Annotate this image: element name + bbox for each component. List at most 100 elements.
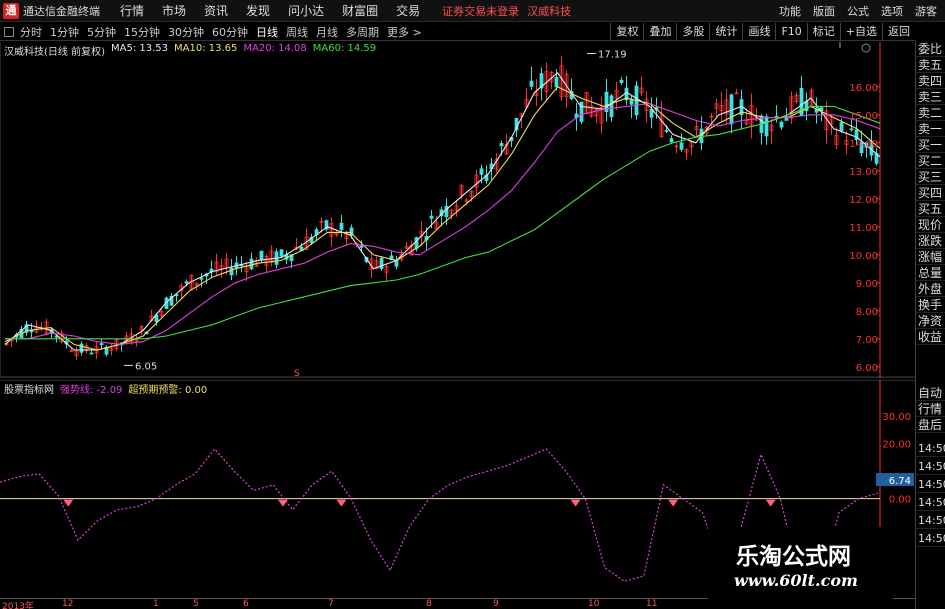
side-item-bid-ratio[interactable]: 委比 bbox=[916, 41, 945, 57]
menu-item-discover[interactable]: 发现 bbox=[246, 2, 270, 19]
side-item-change-pct[interactable]: 涨幅 bbox=[916, 249, 945, 265]
statistics-button[interactable]: 统计 bbox=[709, 23, 742, 41]
main-menu: 行情 市场 资讯 发现 问小达 财富圈 交易 bbox=[120, 2, 438, 19]
indicator-legend: 股票指标网 强势线: -2.09 超预期预警: 0.00 bbox=[4, 381, 213, 396]
side-item-turnover[interactable]: 换手 bbox=[916, 297, 945, 313]
side-item-net-assets[interactable]: 净资 bbox=[916, 313, 945, 329]
side-item-volume[interactable]: 总量 bbox=[916, 265, 945, 281]
menu-item-wealth[interactable]: 财富圈 bbox=[342, 2, 378, 19]
title-bar: 通 通达信金融终端 行情 市场 资讯 发现 问小达 财富圈 交易 证券交易未登录… bbox=[0, 0, 945, 22]
side-item-after-hours[interactable]: 盘后 bbox=[916, 417, 945, 433]
ma10-label: MA10: 13.65 bbox=[174, 43, 238, 54]
period-5min[interactable]: 5分钟 bbox=[87, 24, 116, 40]
period-weekly[interactable]: 周线 bbox=[286, 24, 308, 40]
price-chart[interactable]: 16.00 15.00 14.00 13.00 12.00 11.00 10.00 9.00 8… bbox=[0, 42, 915, 378]
broker-login-status[interactable]: 证券交易未登录 bbox=[442, 3, 519, 19]
indicator-tick-label: 6.74 bbox=[889, 476, 911, 487]
menu-item-trade[interactable]: 交易 bbox=[396, 2, 420, 19]
indicator-tick-label: 20.00 bbox=[882, 439, 911, 450]
menu-item-quotes[interactable]: 行情 bbox=[120, 2, 144, 19]
side-item-quotes[interactable]: 行情 bbox=[916, 401, 945, 417]
side-item-bid5[interactable]: 买五 bbox=[916, 201, 945, 217]
candle-body bbox=[579, 101, 584, 122]
period-1min[interactable]: 1分钟 bbox=[50, 24, 79, 40]
back-button[interactable]: 返回 bbox=[882, 23, 915, 41]
overlay-button[interactable]: 叠加 bbox=[643, 23, 676, 41]
layout-icon[interactable] bbox=[4, 26, 14, 37]
mark-button[interactable]: 标记 bbox=[806, 23, 840, 41]
price-tick-label: 9.00 bbox=[856, 279, 878, 290]
price-tick-label: 10.00 bbox=[849, 251, 878, 262]
side-item-bid1[interactable]: 买一 bbox=[916, 137, 945, 153]
candle-body bbox=[529, 80, 534, 87]
price-tick-label: 15.00 bbox=[849, 111, 878, 122]
side-item-auto[interactable]: 自动 bbox=[916, 385, 945, 401]
period-monthly[interactable]: 月线 bbox=[316, 24, 338, 40]
side-item-bid3[interactable]: 买三 bbox=[916, 169, 945, 185]
guest-label[interactable]: 游客 bbox=[915, 3, 937, 19]
f10-button[interactable]: F10 bbox=[775, 23, 806, 41]
period-30min[interactable]: 30分钟 bbox=[168, 24, 204, 40]
add-watchlist-button[interactable]: +自选 bbox=[839, 23, 882, 41]
super-warning-label: 超预期预警: 0.00 bbox=[128, 385, 208, 396]
side-time-tick: 14:50 bbox=[916, 459, 945, 475]
side-item-ask3[interactable]: 卖三 bbox=[916, 89, 945, 105]
menu-item-function[interactable]: 功能 bbox=[779, 3, 801, 19]
candle-body bbox=[629, 99, 634, 105]
chart-close-icon[interactable] bbox=[861, 43, 871, 53]
ma60-line bbox=[5, 105, 881, 340]
side-item-ask5[interactable]: 卖五 bbox=[916, 57, 945, 73]
menu-item-news[interactable]: 资讯 bbox=[204, 2, 228, 19]
side-item-change[interactable]: 涨跌 bbox=[916, 233, 945, 249]
restore-rights-button[interactable]: 复权 bbox=[610, 23, 643, 41]
side-item-ask2[interactable]: 卖二 bbox=[916, 105, 945, 121]
candle-body bbox=[664, 130, 669, 132]
price-tick-label: 14.00 bbox=[849, 139, 878, 150]
candle-body bbox=[279, 249, 284, 257]
watermark: 乐淘公式网 www.60lt.com bbox=[708, 527, 893, 609]
side-item-bid2[interactable]: 买二 bbox=[916, 153, 945, 169]
warning-marker bbox=[63, 499, 74, 507]
side-item-earnings[interactable]: 收益 bbox=[916, 329, 945, 345]
menu-item-ask[interactable]: 问小达 bbox=[288, 2, 324, 19]
side-item-outer[interactable]: 外盘 bbox=[916, 281, 945, 297]
date-tick: 5 bbox=[193, 599, 199, 609]
side-item-ask4[interactable]: 卖四 bbox=[916, 73, 945, 89]
date-tick: 8 bbox=[426, 599, 432, 609]
date-tick: 10 bbox=[588, 599, 600, 609]
period-daily[interactable]: 日线 bbox=[256, 24, 278, 40]
date-tick: 1 bbox=[153, 599, 159, 609]
period-bar: 分时 1分钟 5分钟 15分钟 30分钟 60分钟 日线 周线 月线 多周期 更… bbox=[0, 23, 915, 41]
period-15min[interactable]: 15分钟 bbox=[124, 24, 160, 40]
candle-body bbox=[199, 277, 204, 280]
period-multi[interactable]: 多周期 bbox=[346, 24, 379, 40]
candle-body bbox=[499, 143, 504, 147]
candle-body bbox=[259, 250, 264, 261]
date-tick: 9 bbox=[493, 599, 499, 609]
menu-item-market[interactable]: 市场 bbox=[162, 2, 186, 19]
period-more[interactable]: 更多 > bbox=[387, 24, 422, 40]
side-item-ask1[interactable]: 卖一 bbox=[916, 121, 945, 137]
candle-body bbox=[554, 77, 559, 88]
indicator-name: 股票指标网 bbox=[4, 385, 54, 396]
menu-item-layout[interactable]: 版面 bbox=[813, 3, 835, 19]
menu-item-options[interactable]: 选项 bbox=[881, 3, 903, 19]
draw-line-button[interactable]: 画线 bbox=[742, 23, 775, 41]
watermark-url: www.60lt.com bbox=[734, 571, 858, 590]
side-item-price[interactable]: 现价 bbox=[916, 217, 945, 233]
price-tick-label: 16.00 bbox=[849, 83, 878, 94]
ma-legend: 汉威科技(日线 前复权) MA5: 13.53 MA10: 13.65 MA20… bbox=[4, 43, 382, 58]
stock-period-label: 汉威科技(日线 前复权) bbox=[4, 47, 105, 58]
side-time-tick: 14:50 bbox=[916, 477, 945, 493]
sell-marker: S bbox=[294, 369, 300, 378]
date-tick: 2013年 bbox=[2, 602, 34, 609]
candle-body bbox=[379, 257, 384, 269]
menu-item-formula[interactable]: 公式 bbox=[847, 3, 869, 19]
side-item-bid4[interactable]: 买四 bbox=[916, 185, 945, 201]
multi-stock-button[interactable]: 多股 bbox=[676, 23, 709, 41]
candle-body bbox=[849, 128, 854, 131]
period-tick[interactable]: 分时 bbox=[20, 24, 42, 40]
candle-body bbox=[479, 168, 484, 175]
side-time-tick: 14:50 bbox=[916, 513, 945, 529]
period-60min[interactable]: 60分钟 bbox=[212, 24, 248, 40]
